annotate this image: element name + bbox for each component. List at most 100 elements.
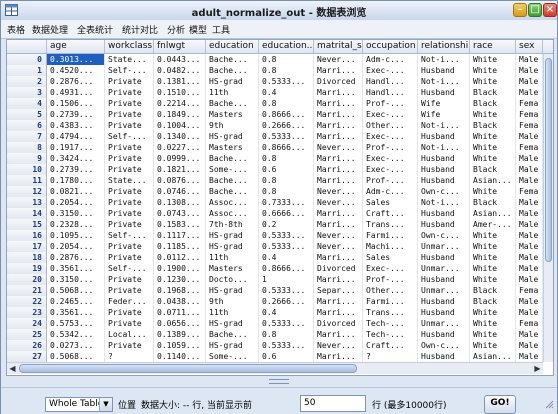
table-cell[interactable]: Amer-...: [470, 219, 516, 230]
table-cell[interactable]: Male: [516, 65, 543, 76]
table-cell[interactable]: Feder...: [105, 296, 154, 307]
table-cell[interactable]: Assoc...: [206, 208, 259, 219]
table-cell[interactable]: 0.4: [259, 252, 314, 263]
table-cell[interactable]: Never...: [314, 54, 363, 65]
table-cell[interactable]: Marri...: [314, 219, 363, 230]
table-cell[interactable]: Self-...: [105, 131, 154, 142]
table-cell[interactable]: Male: [516, 131, 543, 142]
column-header[interactable]: education: [206, 40, 259, 53]
table-cell[interactable]: 0.0482...: [154, 65, 206, 76]
table-cell[interactable]: Bache...: [206, 175, 259, 186]
table-cell[interactable]: 0.8666...: [259, 109, 314, 120]
table-cell[interactable]: Male: [516, 54, 543, 65]
table-cell[interactable]: 0.2876...: [47, 76, 105, 87]
table-cell[interactable]: 0.5333...: [259, 230, 314, 241]
table-row[interactable]: 19 0.3561... Self-... 0.1900... Masters 0.866…: [7, 263, 543, 274]
table-cell[interactable]: Marri...: [314, 65, 363, 76]
table-cell[interactable]: Husband: [418, 351, 470, 362]
table-cell[interactable]: 9th: [206, 296, 259, 307]
table-cell[interactable]: Marri...: [314, 120, 363, 131]
table-cell[interactable]: 0.1510...: [154, 87, 206, 98]
table-cell[interactable]: 0.5333...: [259, 340, 314, 351]
table-cell[interactable]: 0.0821...: [47, 186, 105, 197]
vertical-scrollbar[interactable]: [543, 54, 553, 362]
menu-stats-compare[interactable]: 统计对比: [122, 23, 158, 36]
table-row[interactable]: 1 0.4520... Self-... 0.0482... Bache... 0.8 Ma…: [7, 65, 543, 76]
table-cell[interactable]: Marri...: [314, 175, 363, 186]
table-cell[interactable]: Husband: [418, 274, 470, 285]
table-cell[interactable]: Husband: [418, 164, 470, 175]
table-cell[interactable]: 0.3561...: [47, 263, 105, 274]
table-cell[interactable]: Unmar...: [418, 241, 470, 252]
table-cell[interactable]: 0.4: [259, 307, 314, 318]
table-cell[interactable]: Fema: [516, 285, 543, 296]
table-cell[interactable]: Exec-...: [363, 263, 418, 274]
table-cell[interactable]: Private: [105, 153, 154, 164]
table-row[interactable]: 5 0.2739... Private 0.1849... Masters 0.8666.…: [7, 109, 543, 120]
table-cell[interactable]: 0.1140...: [154, 351, 206, 362]
splitter-grip-icon[interactable]: [269, 379, 289, 384]
table-cell[interactable]: Unmar...: [418, 263, 470, 274]
table-cell[interactable]: State...: [105, 175, 154, 186]
table-cell[interactable]: Own-c...: [418, 340, 470, 351]
table-cell[interactable]: Husband: [418, 307, 470, 318]
table-cell[interactable]: Fema: [516, 186, 543, 197]
menu-analysis[interactable]: 分析: [167, 23, 185, 36]
table-cell[interactable]: Male: [516, 164, 543, 175]
table-cell[interactable]: Husband: [418, 296, 470, 307]
table-cell[interactable]: Marri...: [314, 307, 363, 318]
table-cell[interactable]: Male: [516, 351, 543, 362]
close-button[interactable]: ×: [543, 3, 557, 17]
table-cell[interactable]: 0.2739...: [47, 164, 105, 175]
table-cell[interactable]: Bache...: [206, 98, 259, 109]
table-cell[interactable]: Private: [105, 274, 154, 285]
table-cell[interactable]: Private: [105, 241, 154, 252]
table-cell[interactable]: 0.1900...: [154, 263, 206, 274]
minimize-button[interactable]: –: [513, 3, 527, 17]
table-cell[interactable]: 0.5333...: [259, 241, 314, 252]
table-cell[interactable]: 0.3424...: [47, 153, 105, 164]
table-cell[interactable]: White: [470, 76, 516, 87]
table-cell[interactable]: Never...: [314, 197, 363, 208]
table-cell[interactable]: 0.7333...: [259, 197, 314, 208]
table-cell[interactable]: 0.4: [259, 87, 314, 98]
table-cell[interactable]: Private: [105, 76, 154, 87]
table-cell[interactable]: Adm-c...: [363, 54, 418, 65]
table-cell[interactable]: 0.0876...: [154, 175, 206, 186]
table-cell[interactable]: HS-grad: [206, 285, 259, 296]
table-row[interactable]: 7 0.4794... Self-... 0.1340... HS-grad 0.5333…: [7, 131, 543, 142]
column-header[interactable]: matrital_s...: [314, 40, 363, 53]
table-cell[interactable]: Bache...: [206, 153, 259, 164]
table-cell[interactable]: 0.5068...: [47, 351, 105, 362]
table-cell[interactable]: Masters: [206, 109, 259, 120]
table-cell[interactable]: Never...: [314, 340, 363, 351]
column-header[interactable]: workclass: [105, 40, 154, 53]
table-cell[interactable]: Private: [105, 285, 154, 296]
table-cell[interactable]: 0.5333...: [259, 76, 314, 87]
table-cell[interactable]: Handl...: [363, 76, 418, 87]
table-cell[interactable]: ?: [363, 351, 418, 362]
table-cell[interactable]: Husband: [418, 131, 470, 142]
table-row[interactable]: 15 0.2328... Private 0.1583... 7th-8th 0.2 Mar…: [7, 219, 543, 230]
column-header[interactable]: age: [47, 40, 105, 53]
table-cell[interactable]: White: [470, 230, 516, 241]
table-cell[interactable]: 0.4794...: [47, 131, 105, 142]
table-cell[interactable]: Exec-...: [363, 131, 418, 142]
table-cell[interactable]: 11th: [206, 252, 259, 263]
table-cell[interactable]: Wife: [418, 98, 470, 109]
table-cell[interactable]: White: [470, 252, 516, 263]
table-cell[interactable]: 0.5068...: [47, 285, 105, 296]
table-cell[interactable]: Marri...: [314, 164, 363, 175]
table-cell[interactable]: Some-...: [206, 164, 259, 175]
column-header[interactable]: occupation: [363, 40, 418, 53]
table-cell[interactable]: 0.2: [259, 219, 314, 230]
table-row[interactable]: 4 0.1506... Private 0.2214... Bache... 0.8 Mar…: [7, 98, 543, 109]
table-cell[interactable]: Bache...: [206, 54, 259, 65]
table-cell[interactable]: Masters: [206, 263, 259, 274]
table-row[interactable]: 6 0.4383... Private 0.1004... 9th 0.2666... Ma…: [7, 120, 543, 131]
table-cell[interactable]: Husband: [418, 208, 470, 219]
table-cell[interactable]: 0.2465...: [47, 296, 105, 307]
table-cell[interactable]: Black: [470, 120, 516, 131]
chevron-down-icon[interactable]: ▼: [99, 398, 112, 411]
table-cell[interactable]: Fema: [516, 98, 543, 109]
